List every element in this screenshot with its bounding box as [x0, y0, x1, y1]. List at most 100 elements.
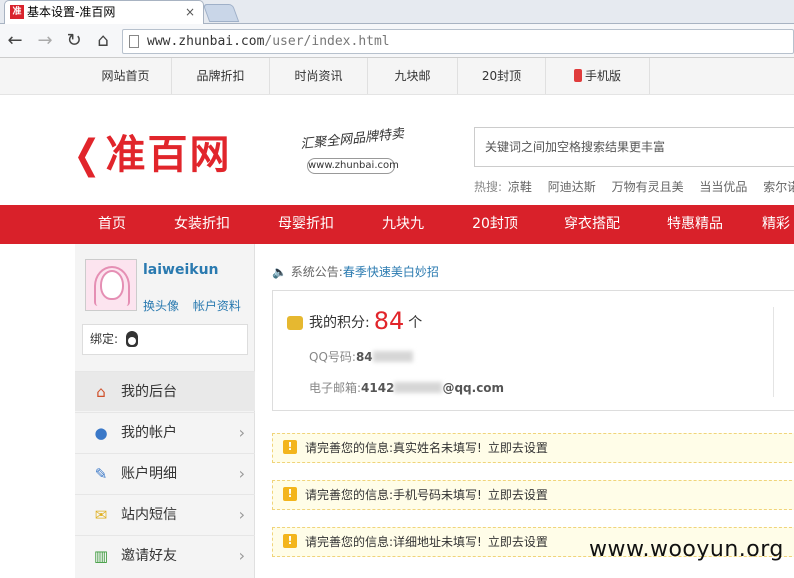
warning-icon: ! — [283, 487, 297, 501]
change-avatar-link[interactable]: 换头像 — [143, 299, 179, 313]
sidebar-item-invite[interactable]: ▥ 邀请好友 › — [75, 535, 255, 575]
home-icon: ⌂ — [96, 383, 106, 401]
toplink-brand[interactable]: 品牌折扣 — [172, 58, 270, 94]
nav-baby[interactable]: 母婴折扣 — [264, 205, 348, 244]
account-summary: 我的积分: 84 个 QQ号码:84 电子邮箱:4142 @qq.com — [272, 290, 794, 411]
hot-word[interactable]: 凉鞋 — [508, 180, 532, 194]
back-icon[interactable]: ← — [4, 30, 26, 52]
sidebar-item-account[interactable]: ● 我的帐户 › — [75, 412, 255, 452]
user-links: 换头像 帐户资料 — [143, 297, 251, 314]
user-icon: ● — [94, 424, 108, 442]
user-sidebar: laiweikun 换头像 帐户资料 绑定: ⌂ 我的后台 ● 我的帐户 › ✎… — [75, 244, 255, 578]
toplink-20cap[interactable]: 20封顶 — [458, 58, 546, 94]
nav-more[interactable]: 精彩 — [762, 205, 794, 244]
coins-icon — [287, 316, 303, 330]
warning-icon: ! — [283, 534, 297, 548]
sidebar-item-label: 邀请好友 — [121, 548, 177, 564]
sidebar-item-details[interactable]: ✎ 账户明细 › — [75, 453, 255, 493]
chart-icon: ▥ — [93, 547, 109, 565]
toplink-9mail[interactable]: 九块邮 — [368, 58, 458, 94]
sidebar-item-label: 账户明细 — [121, 466, 177, 482]
qq-icon[interactable] — [126, 331, 139, 347]
setup-link[interactable]: 立即去设置 — [488, 441, 548, 455]
username: laiweikun — [143, 262, 219, 278]
warning-text: 请完善您的信息:详细地址未填写! — [305, 535, 482, 549]
watermark: www.wooyun.org — [589, 537, 784, 562]
hot-word[interactable]: 万物有灵且美 — [612, 180, 684, 194]
forward-icon[interactable]: → — [34, 30, 56, 52]
nav-women[interactable]: 女装折扣 — [160, 205, 244, 244]
toplink-home[interactable]: 网站首页 — [80, 58, 172, 94]
sidebar-item-label: 我的帐户 — [121, 425, 177, 441]
notice-link[interactable]: 春季快速美白妙招 — [343, 265, 439, 279]
email-prefix: 4142 — [361, 381, 395, 395]
points-value: 84 — [373, 307, 405, 335]
account-info-link[interactable]: 帐户资料 — [193, 299, 241, 313]
address-bar[interactable]: www.zhunbai.com/user/index.html — [122, 29, 794, 54]
browser-toolbar: ← → ↻ ⌂ www.zhunbai.com/user/index.html — [0, 24, 794, 58]
logo-text: 准百网 — [105, 132, 232, 178]
notice-label: 系统公告: — [290, 265, 343, 279]
setup-link[interactable]: 立即去设置 — [488, 535, 548, 549]
qq-row: QQ号码:84 — [309, 348, 413, 365]
email-label: 电子邮箱: — [309, 381, 362, 395]
points-row: 我的积分: 84 个 — [309, 307, 422, 335]
edit-icon: ✎ — [94, 465, 108, 483]
tab-title: 基本设置-准百网 — [27, 5, 116, 19]
top-links-bar: 网站首页 品牌折扣 时尚资讯 九块邮 20封顶 手机版 — [0, 58, 794, 95]
home-icon[interactable]: ⌂ — [92, 30, 114, 52]
qq-value: 84 — [355, 350, 373, 364]
nav-99[interactable]: 九块九 — [368, 205, 438, 244]
page-icon — [129, 35, 139, 48]
bind-row: 绑定: — [82, 324, 248, 355]
hot-word[interactable]: 索尔诺 — [763, 180, 794, 194]
site-logo[interactable]: ❮准百网 — [70, 122, 232, 180]
redacted-block — [394, 382, 443, 393]
mail-icon: ✉ — [94, 506, 108, 524]
divider — [773, 307, 774, 397]
toplink-fashion[interactable]: 时尚资讯 — [270, 58, 368, 94]
toplink-mobile-label: 手机版 — [584, 69, 621, 83]
speaker-icon: 🔈 — [272, 265, 287, 279]
avatar-face — [100, 270, 124, 300]
sidebar-item-messages[interactable]: ✉ 站内短信 › — [75, 494, 255, 534]
nav-deals[interactable]: 特惠精品 — [655, 205, 735, 244]
chevron-right-icon: › — [238, 464, 245, 483]
phone-icon — [573, 69, 582, 82]
slogan: 汇聚全网品牌特卖 — [299, 126, 405, 153]
favicon-icon: 准 — [10, 5, 24, 19]
main-nav: 首页 女装折扣 母婴折扣 九块九 20封顶 穿衣搭配 特惠精品 精彩 — [0, 205, 794, 244]
reload-icon[interactable]: ↻ — [63, 30, 85, 52]
points-unit: 个 — [408, 315, 423, 331]
browser-tab[interactable]: 准 基本设置-准百网 × — [4, 0, 204, 24]
toplink-mobile[interactable]: 手机版 — [546, 58, 650, 94]
browser-tabstrip: 准 基本设置-准百网 × — [0, 0, 794, 24]
hot-label: 热搜: — [474, 180, 503, 194]
system-notice: 🔈 系统公告:春季快速美白妙招 — [272, 263, 439, 280]
new-tab-button[interactable] — [202, 4, 240, 22]
email-suffix: @qq.com — [442, 381, 505, 395]
search-input[interactable]: 关键词之间加空格搜索结果更丰富 — [474, 127, 794, 167]
warning-banner: ! 请完善您的信息:手机号码未填写! 立即去设置 — [272, 480, 794, 510]
points-label: 我的积分: — [309, 315, 370, 331]
qq-label: QQ号码: — [309, 350, 356, 364]
sidebar-item-dashboard[interactable]: ⌂ 我的后台 — [75, 371, 255, 411]
nav-style[interactable]: 穿衣搭配 — [552, 205, 632, 244]
hot-word[interactable]: 当当优品 — [699, 180, 747, 194]
email-row: 电子邮箱:4142 @qq.com — [309, 379, 504, 396]
url-host: www.zhunbai.com — [147, 34, 265, 49]
sidebar-item-label: 我的后台 — [121, 384, 177, 400]
hot-word[interactable]: 阿迪达斯 — [548, 180, 596, 194]
avatar[interactable] — [85, 259, 137, 311]
chevron-right-icon: › — [238, 423, 245, 442]
chevron-right-icon: › — [238, 546, 245, 565]
url-path: /user/index.html — [264, 34, 390, 49]
warning-icon: ! — [283, 440, 297, 454]
bind-label: 绑定: — [90, 332, 119, 346]
nav-home[interactable]: 首页 — [80, 205, 144, 244]
warning-banner: ! 请完善您的信息:真实姓名未填写! 立即去设置 — [272, 433, 794, 463]
chevron-right-icon: › — [238, 505, 245, 524]
close-tab-icon[interactable]: × — [185, 1, 195, 23]
nav-20cap[interactable]: 20封顶 — [460, 205, 530, 244]
setup-link[interactable]: 立即去设置 — [488, 488, 548, 502]
